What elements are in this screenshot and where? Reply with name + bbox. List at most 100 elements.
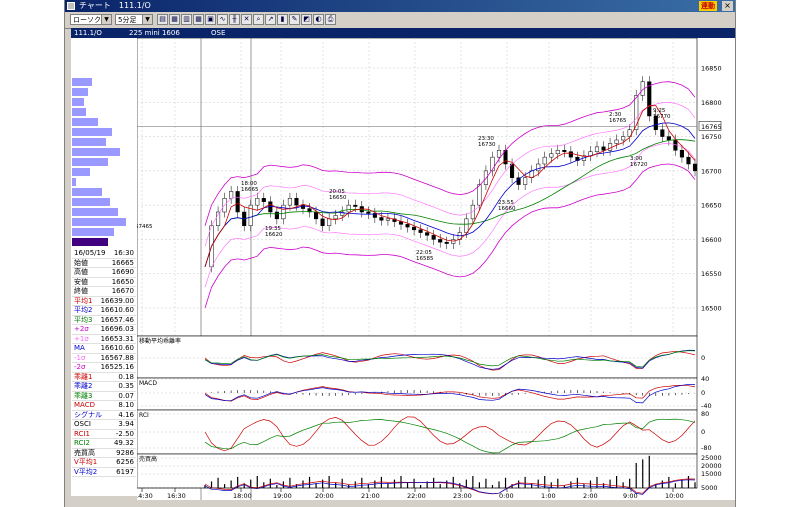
annotation-price: 16770 [653,114,671,120]
info-label: RCI1 [74,429,90,438]
info-value: 6256 [116,458,134,466]
price-tick: 16765 [701,123,722,131]
price-tick: 16550 [701,270,722,278]
candle-body [549,153,554,158]
interval-value: 5分足 [118,16,137,24]
info-label: OSCI [74,420,91,428]
candle-body [660,129,665,137]
chevron-down-icon: ▼ [142,15,152,24]
info-value: 16670 [111,287,134,295]
layout-icon[interactable]: ▦ [193,14,204,25]
bars-icon[interactable]: ▮ [277,14,288,25]
panel-tick: 0 [701,428,705,436]
volume-profile-bar [72,118,98,126]
candle-body [385,218,390,221]
info-row: 始値 16665 [72,259,136,268]
candle-body [601,146,606,151]
price-tick: 16600 [701,236,722,244]
close-button[interactable]: × [722,1,733,11]
volume-profile-bar [72,78,92,86]
macd-title: MACD [139,380,157,387]
volume-profile-bar [72,228,114,236]
info-value: 16567.88 [100,353,134,362]
annotation-price: 16765 [609,118,627,124]
candle-body [562,150,567,152]
cross-icon[interactable]: ✕ [241,14,252,25]
time-tick: 22:00 [407,492,426,500]
info-row: 平均3 16657.46 [72,315,136,325]
candle-body [679,150,684,158]
info-value: 3.94 [118,420,134,428]
title-bar[interactable]: チャート 111.1/O 連動 × [65,0,735,12]
info-label: 平均2 [74,306,93,314]
info-value: 16653.31 [100,334,134,343]
price-tick: 16500 [701,305,722,313]
info-label: +2σ [74,325,89,333]
info-label: 乖離3 [74,391,93,400]
window-icon[interactable]: ▣ [205,14,216,25]
volume-profile-bar [72,128,112,136]
info-label: MACD [74,401,95,409]
time-tick: 21:00 [361,492,380,500]
time-tick: 23:00 [453,492,472,500]
candle-body [692,163,698,172]
chart-area[interactable]: 16850 16800 16765 16750 16700 16650 16600 16550… [134,37,735,500]
panel-tick: 25000 [701,454,722,462]
candle-body [314,211,319,220]
info-row: 平均1 16639.00 [72,297,136,306]
info-label: 売買高 [74,448,95,457]
panel-tick: -80 [701,444,712,452]
info-row: MACD 8.10 [72,401,136,411]
volume-profile-bar [72,148,120,156]
link-badge[interactable]: 連動 [699,1,717,11]
volume-profile-bar [72,188,102,196]
time-tick: 9:00 [623,492,638,500]
volume-profile-bar [72,98,84,106]
paint-icon[interactable]: ◐ [313,14,324,25]
annotation-price: 67465 [137,224,153,230]
candle-body [294,198,299,206]
chart-canvas[interactable]: 16850 16800 16765 16750 16700 16650 16600 16550… [134,37,735,500]
candle-body [666,136,671,141]
print-icon[interactable]: ⎙ [325,14,336,25]
candle-chart-icon[interactable]: ╫ [229,14,240,25]
info-time: 16:30 [113,249,134,257]
grid-icon[interactable]: ▦ [169,14,180,25]
chart-type-select[interactable]: ローソク ▼ [70,14,112,25]
pen-icon[interactable]: ✎ [289,14,300,25]
candle-body [235,191,240,213]
settings-icon[interactable]: ▤ [157,14,168,25]
volume-profile-bar [72,218,126,226]
chart-window: チャート 111.1/O 連動 × ローソク ▼ 5分足 ▼ ▤ ▦ ▥ ▦ ▣… [64,0,736,507]
panel-tick: -40 [701,402,712,410]
info-label: 終値 [74,287,88,295]
annotation-price: 16585 [416,256,434,262]
zoom-icon[interactable]: ⌕ [253,14,264,25]
info-value: 49.32 [113,439,134,447]
window-title: チャート 111.1/O [79,1,151,10]
price-tick: 16850 [701,65,722,73]
rci-title: RCI [139,412,149,419]
candle-body [438,239,443,243]
info-value: 16657.46 [100,315,134,324]
panel-tick: 0 [701,354,705,362]
candle-body [255,198,260,206]
volume-profile-bar [72,108,86,116]
trend-icon[interactable]: ↗ [265,14,276,25]
info-label: シグナル [74,410,102,419]
candle-body [320,218,325,226]
table-icon[interactable]: ▥ [181,14,192,25]
info-row: +1σ 16653.31 [72,334,136,344]
info-value: 4.16 [118,410,134,419]
interval-select[interactable]: 5分足 ▼ [115,14,153,25]
volume-profile-bar [72,158,108,166]
volume-profile-bar [72,208,118,216]
eraser-icon[interactable]: ◩ [301,14,312,25]
info-value: 9286 [116,448,134,457]
info-label: +1σ [74,334,89,343]
info-value: 8.10 [118,401,134,409]
info-row: V平均1 6256 [72,458,136,468]
line-chart-icon[interactable]: ∿ [217,14,228,25]
volume-profile-bar [72,138,106,146]
candle-body [281,204,286,220]
